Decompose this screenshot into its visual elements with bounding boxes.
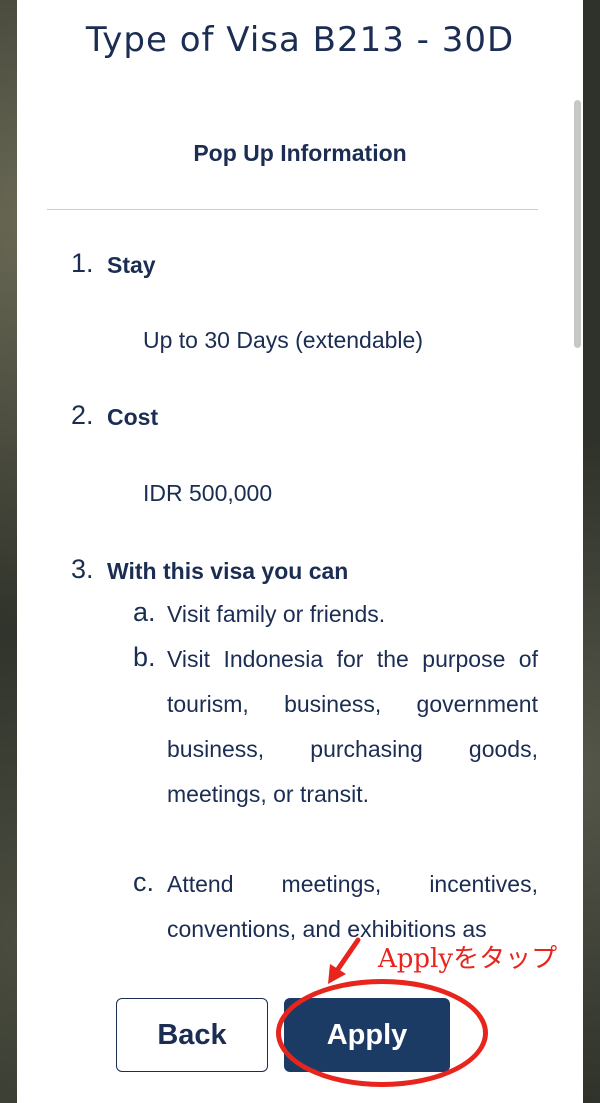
divider [47,209,538,210]
item-heading-stay: Stay [107,252,156,278]
item-heading-cost: Cost [107,404,159,430]
highlight-circle [276,979,488,1087]
item-value-stay: Up to 30 Days (extendable) [143,327,423,353]
annotation-label: Applyをタップ [378,944,558,974]
sub-item-text: Visit Indonesia for the purpose of touri… [167,646,538,807]
arrow-icon [328,937,361,984]
modal-title: Type of Visa B213 - 30D [85,20,515,60]
sub-item-letter: b. [133,642,156,672]
item-value-cost: IDR 500,000 [143,480,273,506]
item-heading-with-visa: With this visa you can [107,558,349,584]
sub-item-letter: a. [133,597,156,627]
back-button[interactable]: Back [116,998,268,1072]
sub-item-letter: c. [133,867,155,897]
modal-subtitle: Pop Up Information [193,140,407,166]
item-number: 1. [71,248,94,278]
item-number: 3. [71,554,94,584]
item-number: 2. [71,400,94,430]
scrollable-content[interactable]: 1. Stay Up to 30 Days (extendable) 2. Co… [17,230,583,975]
scrollbar[interactable] [574,100,581,348]
sub-item-text: Visit family or friends. [167,601,386,627]
